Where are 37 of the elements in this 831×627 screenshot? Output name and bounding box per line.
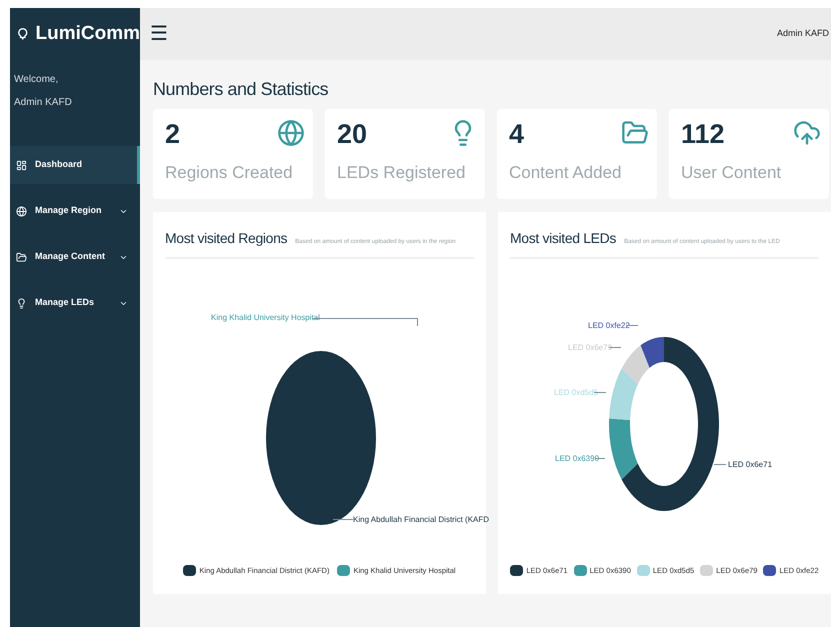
sidebar-item[interactable]: Dashboard [10, 146, 140, 184]
cloud-upload-icon [793, 119, 821, 147]
sidebar-item[interactable]: Manage Content [10, 238, 140, 276]
chart-title: Most visited Regions [165, 229, 288, 248]
leader-line [609, 347, 621, 348]
menu-button[interactable]: ☰ [150, 24, 168, 44]
leader-line [595, 458, 605, 459]
leader-line [714, 464, 726, 465]
slice-label: LED 0x6e71 [728, 459, 772, 471]
leader-line [626, 325, 638, 326]
welcome-text: Welcome, [14, 73, 60, 87]
stat-value: 112 [681, 121, 725, 148]
stat-label: Content Added [509, 162, 622, 184]
stat-label: User Content [681, 162, 782, 184]
chart-title: Most visited LEDs [510, 229, 616, 248]
stat-value: 2 [165, 121, 180, 148]
slice-label: LED 0x6390 [555, 453, 600, 465]
globe-icon [277, 119, 305, 147]
stat-value: 4 [509, 121, 524, 148]
stat-value: 20 [337, 121, 368, 148]
lightbulb-icon [16, 298, 27, 308]
user-name: Admin KAFD [14, 96, 73, 110]
slice-label: LED 0xfe22 [588, 320, 630, 332]
slice-label: LED 0xd5d5 [554, 387, 598, 399]
stat-label: LEDs Registered [337, 162, 466, 184]
stat-label: Regions Created [165, 162, 293, 184]
sidebar-item[interactable]: Manage LEDs [10, 284, 140, 322]
page-heading: Numbers and Statistics [153, 78, 330, 101]
user-name[interactable]: Admin KAFD [776, 27, 829, 41]
slice-label: King Abdullah Financial District (KAFD [353, 514, 490, 526]
folder-icon [16, 252, 27, 262]
dashboard-icon [16, 160, 27, 170]
leader-line [594, 392, 606, 393]
leader-line [333, 519, 353, 520]
brand-name: LumiComm [36, 22, 140, 46]
globe-icon [16, 206, 27, 216]
sidebar-item[interactable]: Manage Region [10, 192, 140, 230]
